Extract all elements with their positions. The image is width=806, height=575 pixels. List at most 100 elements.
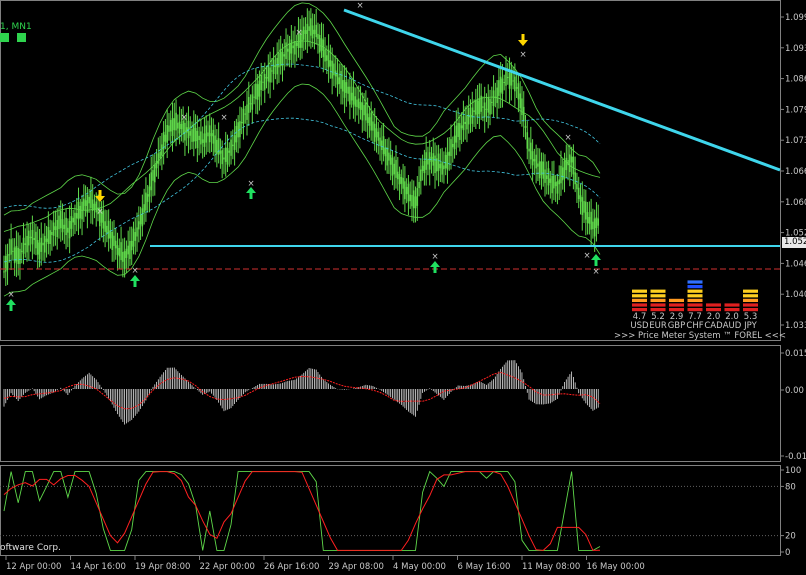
candle-body: [141, 208, 144, 227]
candle-body: [134, 232, 137, 241]
candle-body: [74, 212, 76, 225]
candle-body: [127, 245, 129, 255]
buy-cross-icon: ×: [131, 266, 138, 276]
candle-body: [475, 100, 477, 115]
candle-body: [356, 99, 358, 108]
candle-body: [54, 226, 57, 230]
candle-body: [326, 55, 328, 61]
candle-body: [67, 227, 69, 233]
candle-body: [276, 57, 278, 75]
candle-body: [448, 151, 451, 156]
chart-canvas[interactable]: 1.099 1.093 1.086 1.079 1.073 1.066 1.060 1.052…: [0, 0, 806, 575]
buy-cross-icon: ×: [431, 252, 438, 262]
candle-body: [324, 49, 326, 62]
candle-body: [505, 70, 507, 86]
candle-body: [547, 168, 550, 186]
candle-body: [365, 102, 367, 121]
candle-body: [247, 97, 250, 113]
candle-body: [375, 128, 378, 138]
candle-body: [173, 118, 176, 131]
candle-body: [306, 23, 309, 42]
candle-body: [469, 114, 472, 118]
candle-body: [235, 125, 238, 143]
candle-body: [544, 169, 546, 183]
green-square-icon: [17, 33, 26, 42]
candle-body: [457, 122, 459, 137]
candle-body: [517, 83, 520, 100]
candle-body: [498, 80, 500, 96]
candle-body: [139, 214, 142, 225]
candle-body: [404, 181, 406, 200]
candle-body: [549, 178, 552, 183]
candle-body: [526, 132, 529, 149]
candle-body: [499, 76, 502, 93]
candle-body: [256, 84, 259, 100]
candle-body: [72, 217, 74, 223]
candles: [3, 8, 600, 286]
candle-body: [279, 49, 282, 66]
candle-body: [434, 155, 436, 174]
strength-currency: CHF: [686, 321, 703, 331]
candle-body: [574, 172, 576, 185]
candle-body: [427, 158, 429, 165]
candle-body: [395, 159, 397, 178]
candle-body: [409, 194, 412, 202]
candle-body: [120, 242, 122, 261]
osc-axis-label: 0.00: [785, 386, 804, 396]
signal-cross-icon: ×: [220, 113, 227, 123]
candle-body: [242, 108, 245, 124]
candle-body: [36, 240, 39, 255]
strength-bar: [669, 308, 684, 312]
candle-body: [51, 231, 53, 235]
candle-body: [560, 165, 562, 184]
channel-upper-line: [3, 63, 601, 209]
candle-body: [267, 65, 270, 82]
candle-body: [20, 250, 23, 252]
candle-body: [178, 121, 181, 134]
candle-body: [471, 107, 474, 124]
candle-body: [466, 115, 468, 130]
timeframe-label: 1, MN1: [0, 22, 32, 32]
candle-body: [63, 224, 66, 229]
strength-bar: [632, 294, 647, 298]
strength-bar: [687, 294, 703, 298]
candle-body: [490, 101, 493, 103]
candle-body: [42, 242, 44, 246]
strength-bar: [724, 303, 740, 307]
candle-body: [343, 79, 346, 98]
candle-body: [138, 221, 140, 230]
candle-body: [161, 144, 163, 156]
strength-bar: [632, 289, 647, 293]
candle-body: [508, 72, 511, 89]
candle-body: [146, 194, 149, 202]
candle-body: [274, 65, 277, 68]
candle-body: [563, 161, 566, 179]
candle-body: [405, 186, 408, 195]
candle-body: [588, 217, 591, 224]
strength-bar: [687, 303, 703, 307]
strength-bar: [650, 308, 666, 312]
candle-body: [246, 104, 248, 120]
candle-body: [414, 196, 417, 209]
candle-body: [244, 113, 247, 115]
candle-body: [354, 96, 357, 107]
chart-window[interactable]: 1.099 1.093 1.086 1.079 1.073 1.066 1.060 1.052…: [0, 0, 806, 575]
price-axis-label: 1.046: [785, 259, 806, 269]
candle-body: [180, 123, 183, 130]
stoch-axis-label: 80: [785, 482, 796, 492]
candle-body: [84, 200, 87, 206]
candle-body: [583, 201, 585, 213]
candle-body: [118, 248, 121, 257]
candle-body: [327, 49, 330, 68]
candle-body: [164, 134, 167, 142]
candle-body: [200, 131, 202, 145]
candle-body: [224, 147, 227, 162]
strength-bar: [743, 289, 758, 293]
candle-body: [285, 42, 287, 60]
candle-body: [531, 151, 534, 166]
candle-body: [462, 116, 465, 131]
candle-body: [201, 139, 204, 143]
candle-body: [428, 152, 431, 170]
channel-lower-line: [3, 117, 601, 263]
candle-body: [145, 192, 147, 211]
